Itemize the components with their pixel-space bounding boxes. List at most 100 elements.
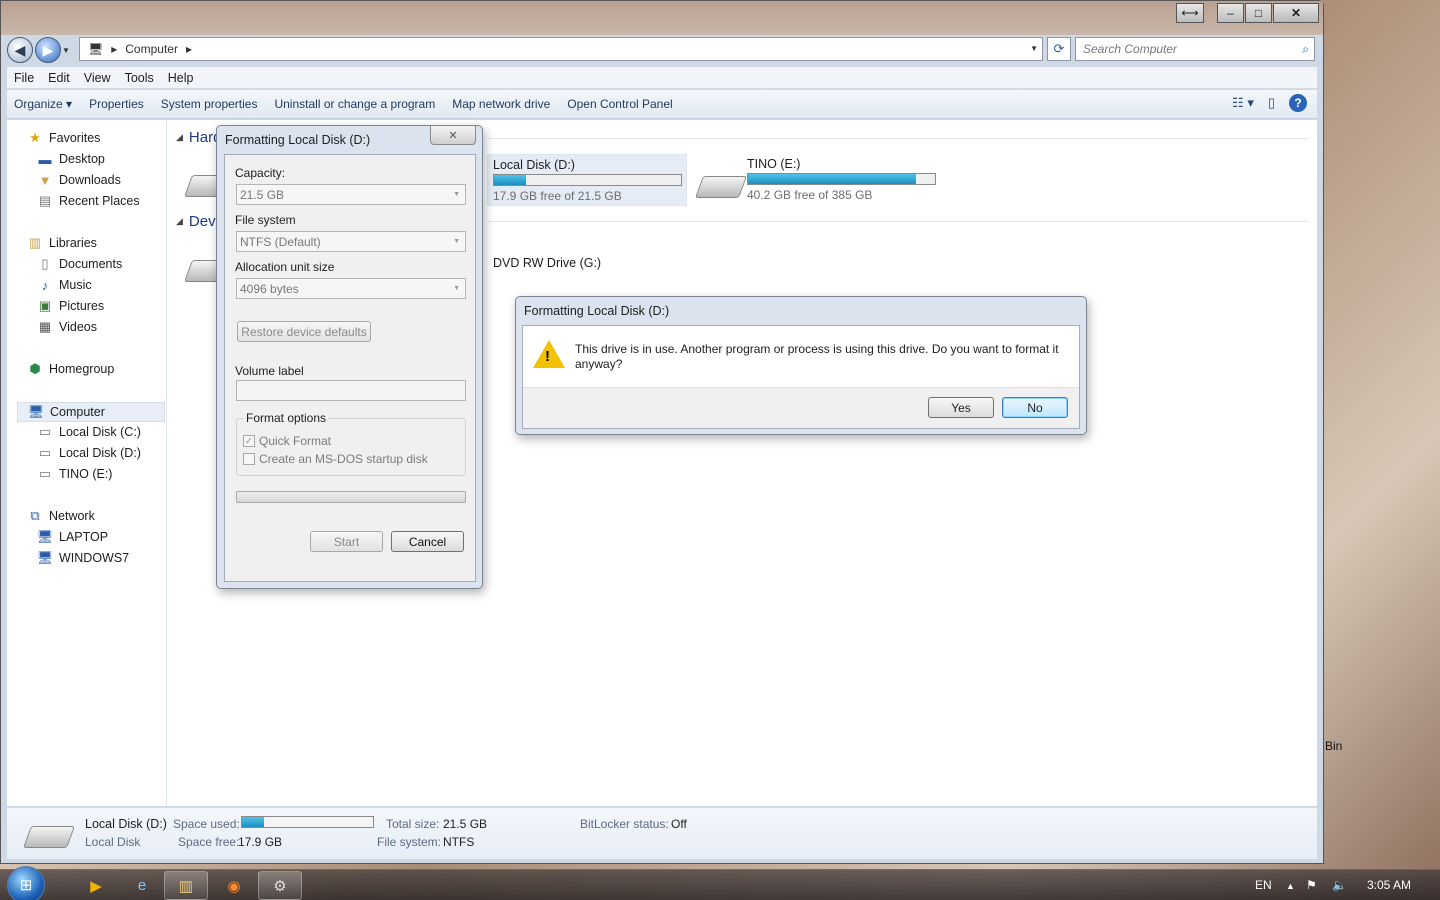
collapse-triangle-icon[interactable]: ◢ [176, 216, 183, 227]
language-indicator[interactable]: EN [1255, 878, 1272, 892]
confirm-button-bar: Yes No [523, 387, 1079, 428]
format-dialog-body: Capacity: 21.5 GB ▼ File system NTFS (Def… [224, 154, 476, 582]
total-size-value: 21.5 GB [443, 817, 488, 831]
utility-app-icon[interactable]: ⚙ [258, 871, 302, 900]
drive-e-usage-bar [747, 173, 936, 185]
format-options-group: Format options ✓ Quick Format Create an M… [236, 411, 466, 476]
sidebar-item-favorites[interactable]: ★ Favorites [27, 130, 100, 145]
menu-tools[interactable]: Tools [118, 71, 161, 85]
breadcrumb-computer[interactable]: Computer [125, 42, 178, 56]
help-icon[interactable]: ? [1289, 94, 1307, 112]
open-control-panel-button[interactable]: Open Control Panel [565, 97, 687, 111]
menu-help[interactable]: Help [161, 71, 201, 85]
drive-dvd-g[interactable]: DVD RW Drive (G:) [493, 256, 601, 270]
sidebar-item-documents[interactable]: ▯ Documents [37, 256, 122, 271]
yes-button[interactable]: Yes [928, 397, 994, 418]
warning-exclamation: ! [545, 348, 550, 365]
organize-button[interactable]: Organize ▾ [12, 97, 87, 111]
explorer-taskbar-icon[interactable]: ▥ [164, 871, 208, 900]
map-network-drive-button[interactable]: Map network drive [450, 97, 565, 111]
sidebar-item-network[interactable]: ⧉ Network [27, 508, 95, 523]
recent-pages-dropdown[interactable]: ▼ [61, 46, 71, 55]
restore-defaults-button[interactable]: Restore device defaults [237, 321, 371, 342]
quick-format-checkbox[interactable]: ✓ Quick Format [243, 434, 331, 448]
volume-label-label: Volume label [235, 364, 304, 378]
sidebar-item-videos[interactable]: ▦ Videos [37, 319, 97, 334]
sidebar-item-recent-places[interactable]: ▤ Recent Places [37, 193, 140, 208]
chevron-down-icon: ▼ [453, 191, 460, 198]
maximize-button[interactable]: □ [1245, 3, 1272, 23]
music-icon: ♪ [41, 277, 49, 293]
sidebar-item-pictures[interactable]: ▣ Pictures [37, 298, 104, 313]
sidebar-item-desktop[interactable]: ▬ Desktop [37, 152, 105, 167]
drive-e-icon[interactable] [694, 176, 748, 198]
details-pane: Local Disk (D:) Local Disk Space used: S… [7, 807, 1317, 859]
action-center-icon[interactable]: ⚑ [1306, 878, 1317, 892]
address-bar[interactable]: 🖥 ▸ Computer ▸ ▼ [79, 37, 1043, 61]
sidebar-item-windows7[interactable]: 🖥 WINDOWS7 [37, 550, 129, 565]
capacity-select[interactable]: 21.5 GB ▼ [236, 184, 466, 205]
search-icon[interactable]: ⌕ [1302, 42, 1309, 57]
forward-button[interactable]: ▶ [35, 37, 61, 63]
file-system-value: NTFS [443, 835, 475, 849]
volume-label-input[interactable] [236, 380, 466, 401]
allocation-unit-select[interactable]: 4096 bytes ▼ [236, 278, 466, 299]
recent-places-icon: ▤ [38, 193, 52, 208]
no-button[interactable]: No [1002, 397, 1068, 418]
change-view-icon[interactable]: ☷ ▾ [1232, 95, 1254, 111]
format-dialog-close-button[interactable]: ✕ [430, 126, 476, 145]
drive-local-disk-d[interactable]: Local Disk (D:) 17.9 GB free of 21.5 GB [487, 154, 687, 206]
msdos-startup-checkbox[interactable]: Create an MS-DOS startup disk [243, 452, 428, 466]
sidebar-item-downloads[interactable]: ▼ Downloads [37, 173, 121, 188]
firefox-icon[interactable]: ◉ [212, 871, 256, 900]
refresh-icon[interactable]: ⟳ [1047, 37, 1071, 61]
menu-edit[interactable]: Edit [41, 71, 77, 85]
navigation-pane: ★ Favorites ▬ Desktop ▼ Downloads ▤ Recent P… [7, 120, 167, 806]
close-button[interactable]: ✕ [1273, 3, 1319, 23]
sidebar-item-music[interactable]: ♪ Music [37, 277, 92, 293]
start-button[interactable]: Start [310, 531, 383, 552]
menu-view[interactable]: View [77, 71, 118, 85]
volume-icon[interactable]: 🔈 [1332, 878, 1347, 892]
snap-icon[interactable]: ⟷ [1176, 3, 1204, 23]
group-divider [488, 221, 1308, 222]
confirm-dialog-body: ! This drive is in use. Another program … [522, 325, 1080, 429]
show-hidden-icons-icon[interactable]: ▲ [1286, 881, 1295, 891]
collapse-triangle-icon[interactable]: ◢ [176, 132, 183, 143]
sidebar-item-local-disk-c[interactable]: ▭ Local Disk (C:) [37, 424, 141, 439]
system-properties-button[interactable]: System properties [159, 97, 273, 111]
search-placeholder: Search Computer [1083, 42, 1178, 56]
sidebar-item-tino-e[interactable]: ▭ TINO (E:) [37, 466, 113, 481]
clock[interactable]: 3:05 AM [1367, 878, 1411, 892]
sidebar-item-local-disk-d[interactable]: ▭ Local Disk (D:) [37, 445, 141, 460]
start-button[interactable]: ⊞ [7, 866, 45, 900]
details-drive-name: Local Disk (D:) [85, 817, 167, 831]
properties-button[interactable]: Properties [87, 97, 159, 111]
preview-pane-icon[interactable]: ▯ [1268, 95, 1275, 111]
drive-tino-e[interactable]: TINO (E:) 40.2 GB free of 385 GB [742, 154, 942, 206]
view-controls: ☷ ▾ ▯ ? [1232, 94, 1307, 112]
cancel-button[interactable]: Cancel [391, 531, 464, 552]
internet-explorer-icon[interactable]: e [120, 871, 164, 900]
breadcrumb-chevron-icon[interactable]: ▸ [186, 42, 192, 56]
sidebar-item-laptop[interactable]: 🖥 LAPTOP [37, 529, 108, 544]
uninstall-program-button[interactable]: Uninstall or change a program [272, 97, 450, 111]
file-system-select[interactable]: NTFS (Default) ▼ [236, 231, 466, 252]
group-header-hard-disks[interactable]: ◢ Hard [176, 129, 221, 146]
sidebar-item-libraries[interactable]: ▥ Libraries [27, 235, 97, 250]
group-header-devices[interactable]: ◢ Devi [176, 213, 219, 230]
title-bar[interactable]: ⟷ – □ ✕ [1, 1, 1323, 35]
minimize-button[interactable]: – [1217, 3, 1244, 23]
menu-file[interactable]: File [7, 71, 41, 85]
search-input[interactable]: Search Computer ⌕ [1075, 37, 1315, 61]
selected-drive-icon [22, 826, 76, 848]
address-dropdown-icon[interactable]: ▼ [1030, 44, 1038, 53]
back-button[interactable]: ◀ [7, 37, 33, 63]
navigation-bar: ◀ ▶ ▼ 🖥 ▸ Computer ▸ ▼ ⟳ Search Computer… [7, 37, 1319, 63]
sidebar-item-homegroup[interactable]: ⬢ Homegroup [27, 361, 114, 376]
media-player-icon[interactable]: ▶ [74, 871, 118, 900]
sidebar-item-computer[interactable]: 🖥 Computer [17, 402, 165, 422]
recycle-bin-label[interactable]: Bin [1325, 739, 1342, 753]
format-dialog-title: Formatting Local Disk (D:) [225, 133, 371, 147]
breadcrumb-chevron-icon[interactable]: ▸ [111, 42, 117, 56]
